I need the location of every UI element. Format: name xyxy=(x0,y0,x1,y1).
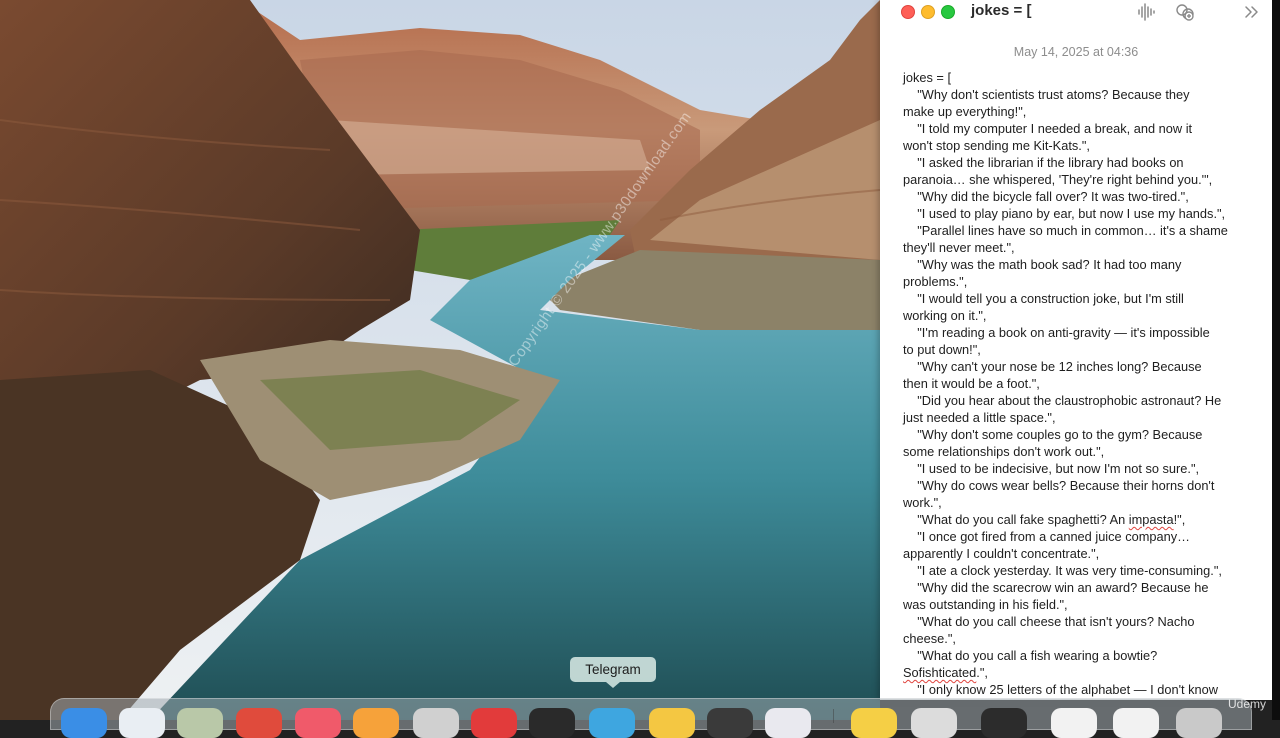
notes-window: jokes = [May 14, 2025 at 04:36 jokes = … xyxy=(880,0,1272,700)
misspelled-word: Sofishticated xyxy=(903,665,977,680)
note-line: some relationships don't work out.", xyxy=(903,444,1105,459)
note-line: work.", xyxy=(903,495,942,510)
note-line: they'll never meet.", xyxy=(903,240,1015,255)
dock-app-notes[interactable] xyxy=(851,708,897,738)
note-line: "Why did the bicycle fall over? It was t… xyxy=(903,189,1189,204)
note-line: "I used to be indecisive, but now I'm no… xyxy=(903,461,1200,476)
fullscreen-window-button[interactable] xyxy=(941,5,955,19)
dock-app-photos[interactable] xyxy=(177,708,223,738)
more-chevron-icon[interactable] xyxy=(1241,1,1263,23)
note-line: "I ate a clock yesterday. It was very ti… xyxy=(903,563,1222,578)
collaborate-icon[interactable] xyxy=(1174,1,1196,23)
dock-app-safari[interactable] xyxy=(119,708,165,738)
tooltip-arrow xyxy=(606,682,620,688)
canyon-image xyxy=(0,0,880,720)
note-line: "What do you call fake spaghetti? An imp… xyxy=(903,512,1186,527)
dock-app-editor[interactable] xyxy=(911,708,957,738)
udemy-badge: Udemy xyxy=(1228,697,1267,711)
waveform-icon[interactable] xyxy=(1135,1,1157,23)
note-line: make up everything!", xyxy=(903,104,1027,119)
note-line: "I told my computer I needed a break, an… xyxy=(903,121,1193,136)
dock-window-thumbnail[interactable] xyxy=(981,708,1027,738)
note-date: May 14, 2025 at 04:36 xyxy=(1013,45,1139,59)
note-line: to put down!", xyxy=(903,342,981,357)
note-line: "What do you call a fish wearing a bowti… xyxy=(903,648,1158,663)
note-line: "Parallel lines have so much in common… … xyxy=(903,223,1228,238)
dock-app-music[interactable] xyxy=(295,708,341,738)
note-line: "Why don't scientists trust atoms? Becau… xyxy=(903,87,1190,102)
note-line: "I'm reading a book on anti-gravity — it… xyxy=(903,325,1210,340)
dock-app-trash[interactable] xyxy=(1176,708,1222,738)
note-line: "I would tell you a construction joke, b… xyxy=(903,291,1184,306)
dock-app-obs[interactable] xyxy=(707,708,753,738)
note-line: "Did you hear about the claustrophobic a… xyxy=(903,393,1222,408)
note-body[interactable]: jokes = [ "Why don't scientists trust at… xyxy=(903,69,1253,698)
dock-app-terminal[interactable] xyxy=(529,708,575,738)
note-line: just needed a little space.", xyxy=(903,410,1056,425)
dock-app-finder[interactable] xyxy=(61,708,107,738)
window-title: jokes = [ xyxy=(971,2,1032,19)
note-line: jokes = [ xyxy=(903,70,952,85)
note-line: "I asked the librarian if the library ha… xyxy=(903,155,1184,170)
note-line: was outstanding in his field.", xyxy=(903,597,1068,612)
dock-divider xyxy=(833,709,834,723)
dock-app-pages[interactable] xyxy=(353,708,399,738)
title-bar: jokes = [ xyxy=(880,0,1272,26)
dock xyxy=(50,698,1252,738)
dock-app-drive[interactable] xyxy=(649,708,695,738)
note-line: apparently I couldn't concentrate.", xyxy=(903,546,1100,561)
dock-app-calendar[interactable] xyxy=(236,708,282,738)
note-line: problems.", xyxy=(903,274,968,289)
dock-window-thumbnail[interactable] xyxy=(1113,708,1159,738)
note-line: working on it.", xyxy=(903,308,987,323)
screen-edge xyxy=(1272,0,1280,720)
note-line: "I used to play piano by ear, but now I … xyxy=(903,206,1226,221)
note-line: "Why was the math book sad? It had too m… xyxy=(903,257,1182,272)
note-line: won't stop sending me Kit-Kats.", xyxy=(903,138,1090,153)
note-line: cheese.", xyxy=(903,631,956,646)
note-line: paranoia… she whispered, 'They're right … xyxy=(903,172,1213,187)
dock-app-opera[interactable] xyxy=(471,708,517,738)
dock-app-telegram[interactable] xyxy=(589,708,635,738)
dock-window-thumbnail[interactable] xyxy=(1051,708,1097,738)
note-line: "Why don't some couples go to the gym? B… xyxy=(903,427,1203,442)
note-line: Sofishticated.", xyxy=(903,665,988,680)
note-line: "I only know 25 letters of the alphabet … xyxy=(903,682,1219,697)
note-line: then it would be a foot.", xyxy=(903,376,1040,391)
note-line: "Why did the scarecrow win an award? Bec… xyxy=(903,580,1209,595)
note-line: "Why can't your nose be 12 inches long? … xyxy=(903,359,1202,374)
dock-app-chatgpt[interactable] xyxy=(413,708,459,738)
close-window-button[interactable] xyxy=(901,5,915,19)
note-line: "Why do cows wear bells? Because their h… xyxy=(903,478,1215,493)
dock-tooltip: Telegram xyxy=(570,657,656,682)
dock-app-system[interactable] xyxy=(765,708,811,738)
note-line: "What do you call cheese that isn't your… xyxy=(903,614,1195,629)
desktop-wallpaper: Copyright © 2025 - www.p30download.com xyxy=(0,0,880,720)
minimize-window-button[interactable] xyxy=(921,5,935,19)
note-line: "I once got fired from a canned juice co… xyxy=(903,529,1190,544)
misspelled-word: impasta xyxy=(1128,512,1174,527)
